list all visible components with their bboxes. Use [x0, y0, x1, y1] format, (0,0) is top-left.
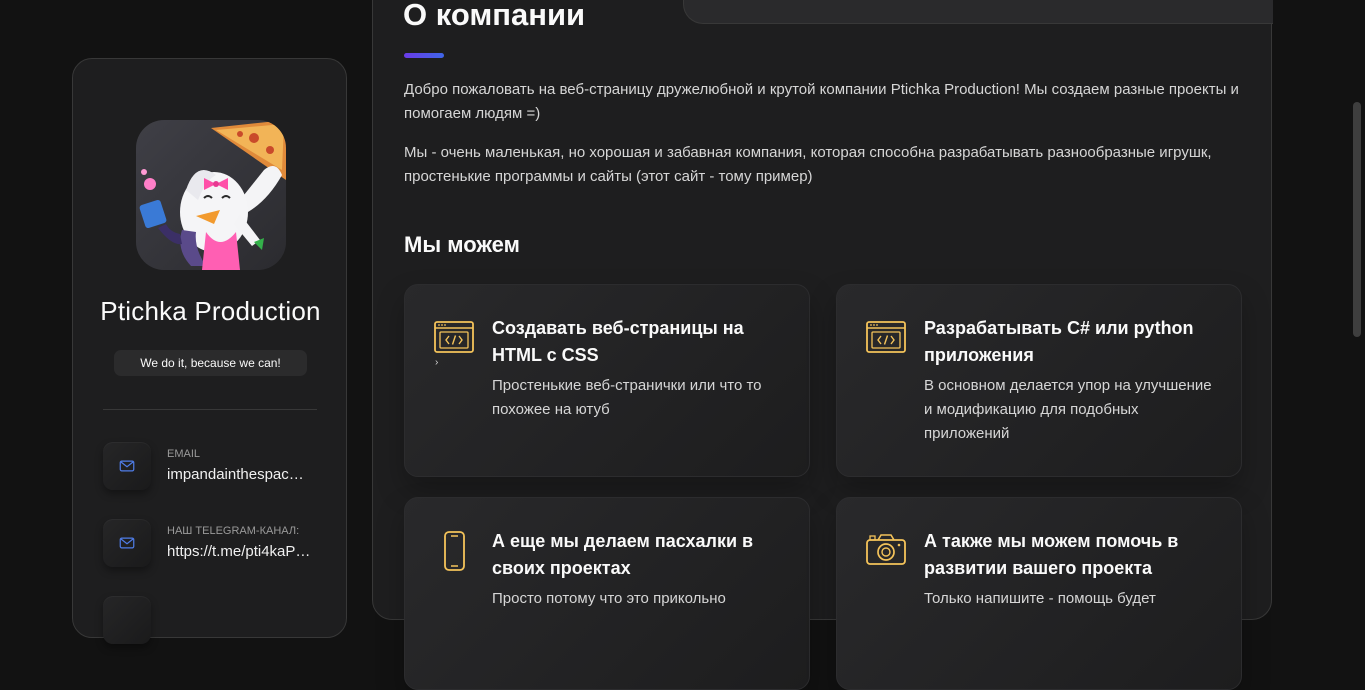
smartphone-icon [433, 530, 475, 572]
service-card-apps: Разрабатывать C# или python приложения В… [836, 284, 1242, 477]
contact-item-telegram: Наш telegram-канал: https://t.me/pti4kaP… [103, 519, 323, 567]
about-article: О компании Добро пожаловать на веб-стран… [372, 0, 1273, 690]
mail-icon [103, 519, 151, 567]
contact-label-telegram: Наш telegram-канал: [167, 525, 300, 537]
service-text: Только напишите - помощь будет [924, 590, 1156, 607]
contact-item-email: Email impandainthespac… [103, 442, 323, 490]
service-title: А также мы можем помочь в развитии вашег… [924, 531, 1179, 578]
service-text: Простенькие веб-странички или что то пох… [492, 377, 762, 418]
scrollbar-thumb[interactable] [1353, 102, 1361, 337]
profile-name: Ptichka Production [100, 296, 321, 326]
contact-label-email: Email [167, 448, 201, 460]
page-title: О компании [403, 0, 586, 32]
avatar [136, 120, 286, 270]
contact-link-telegram[interactable]: https://t.me/pti4kaP… [167, 543, 310, 560]
services-title: Мы можем [404, 232, 520, 257]
mail-icon [103, 442, 151, 490]
service-text: Просто потому что это прикольно [492, 590, 726, 607]
about-paragraph-1: Добро пожаловать на веб-страницу дружелю… [404, 81, 1239, 122]
contact-icon-partial [103, 596, 151, 644]
code-window-icon [865, 317, 907, 359]
service-card-easter-eggs: А еще мы делаем пасхалки в своих проекта… [404, 497, 810, 690]
service-title: Создавать веб-страницы на HTML с CSS [492, 318, 744, 365]
service-card-web: › Создавать веб-страницы на HTML с CSS П… [404, 284, 810, 477]
service-title: Разрабатывать C# или python приложения [924, 318, 1194, 365]
service-title: А еще мы делаем пасхалки в своих проекта… [492, 531, 754, 578]
sidebar-separator [103, 409, 317, 410]
page-scrollbar[interactable] [1349, 0, 1365, 605]
camera-icon [865, 530, 907, 572]
avatar-illustration [139, 120, 286, 270]
contact-item-partial [103, 596, 323, 644]
profile-title-badge: We do it, because we can! [114, 350, 307, 376]
service-text: В основном делается упор на улучшение и … [924, 377, 1212, 442]
navbar [683, 0, 1273, 24]
profile-sidebar: Ptichka Production We do it, because we … [72, 58, 347, 644]
contact-link-email[interactable]: impandainthespac… [167, 466, 304, 483]
title-underline [404, 53, 444, 58]
code-window-icon [433, 317, 475, 359]
service-card-help: А также мы можем помочь в развитии вашег… [836, 497, 1242, 690]
chevron-right-icon: › [435, 357, 439, 368]
about-paragraph-2: Мы - очень маленькая, но хорошая и забав… [404, 144, 1212, 185]
